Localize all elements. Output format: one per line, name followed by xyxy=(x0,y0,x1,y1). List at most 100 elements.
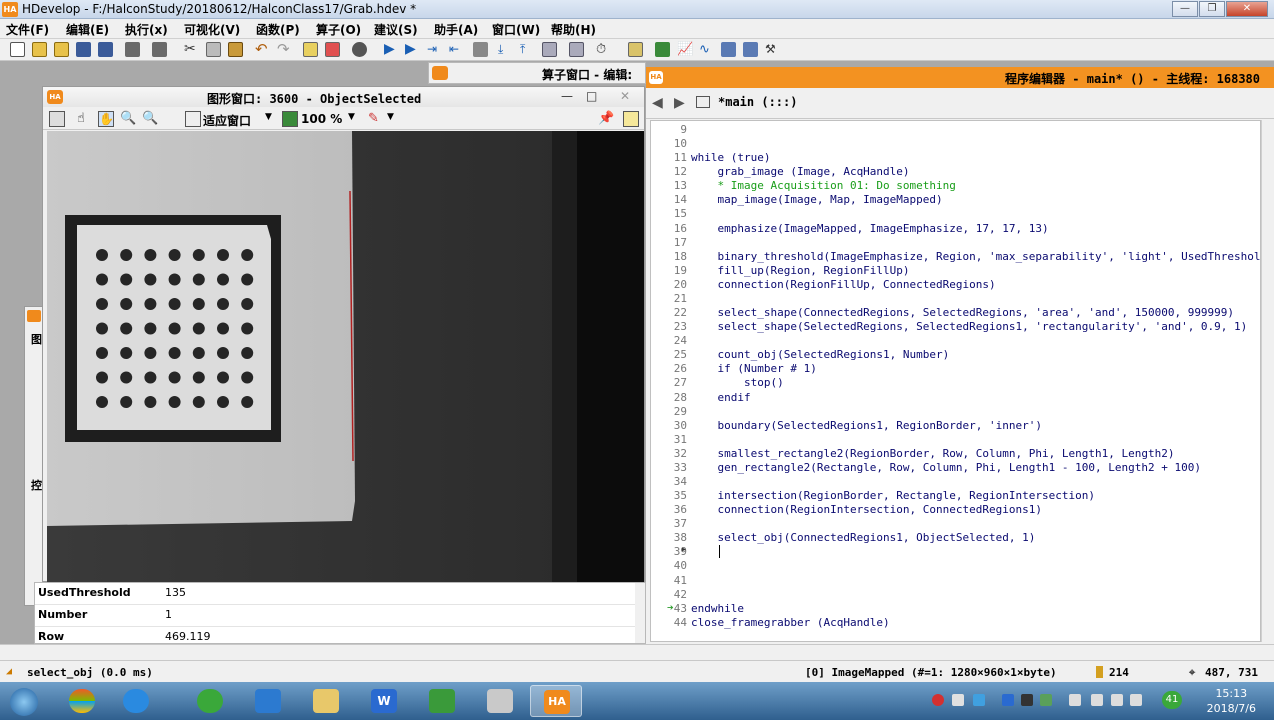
system-clock[interactable]: 15:13 2018/7/6 xyxy=(1207,686,1256,716)
taskbar-app[interactable] xyxy=(242,685,294,717)
settings-icon[interactable] xyxy=(623,111,639,127)
menu-visualize[interactable]: 可视化(V) xyxy=(184,21,240,38)
redo-icon[interactable]: ↷ xyxy=(277,42,292,57)
step-out-icon[interactable]: ⤒ xyxy=(520,42,535,57)
tray-icon[interactable] xyxy=(1069,694,1081,706)
delete-icon[interactable] xyxy=(325,42,340,57)
step-back-icon[interactable]: ⇤ xyxy=(449,42,464,57)
code-line[interactable]: connection(RegionIntersection, Connected… xyxy=(691,503,1042,516)
menu-edit[interactable]: 编辑(E) xyxy=(66,21,109,38)
menu-suggestions[interactable]: 建议(S) xyxy=(374,21,418,38)
pan-hand-icon[interactable]: ✋ xyxy=(98,111,114,127)
code-line[interactable]: map_image(Image, Map, ImageMapped) xyxy=(691,193,942,206)
step-into-icon[interactable]: ⤓ xyxy=(498,42,513,57)
nvidia-icon[interactable] xyxy=(1040,694,1052,706)
save-icon[interactable] xyxy=(76,42,91,57)
code-line[interactable]: boundary(SelectedRegions1, RegionBorder,… xyxy=(691,419,1042,432)
taskbar-app[interactable] xyxy=(56,685,108,717)
horizontal-scrollbar[interactable] xyxy=(0,644,1274,660)
code-line[interactable]: if (Number # 1) xyxy=(691,362,816,375)
zoom-percent-select[interactable]: 100 % xyxy=(301,112,342,126)
restore-button[interactable]: ❐ xyxy=(1199,1,1225,17)
close-button[interactable]: ✕ xyxy=(1226,1,1268,17)
find-icon[interactable] xyxy=(352,42,367,57)
chevron-down-icon[interactable]: ▼ xyxy=(387,112,394,122)
back-arrow-icon[interactable]: ◀ xyxy=(652,96,668,110)
print-icon[interactable] xyxy=(152,42,167,57)
code-line[interactable]: intersection(RegionBorder, Rectangle, Re… xyxy=(691,489,1095,502)
paste-icon[interactable] xyxy=(228,42,243,57)
code-line[interactable]: binary_threshold(ImageEmphasize, Region,… xyxy=(691,250,1260,263)
volume-icon[interactable] xyxy=(1130,694,1142,706)
feature-inspection-icon[interactable] xyxy=(721,42,736,57)
tray-record-icon[interactable] xyxy=(932,694,944,706)
export-icon[interactable] xyxy=(125,42,140,57)
code-line[interactable]: connection(RegionFillUp, ConnectedRegion… xyxy=(691,278,995,291)
code-line[interactable]: emphasize(ImageMapped, ImageEmphasize, 1… xyxy=(691,222,1048,235)
taskbar-app[interactable] xyxy=(300,685,352,717)
assistant-icon[interactable]: ⚒ xyxy=(765,42,780,57)
tray-badge[interactable]: 41 xyxy=(1162,691,1182,709)
window-icon[interactable] xyxy=(569,42,584,57)
code-line[interactable]: close_framegrabber (AcqHandle) xyxy=(691,616,890,629)
graphics-icon[interactable] xyxy=(655,42,670,57)
close-button[interactable]: ✕ xyxy=(620,89,630,103)
menu-procedures[interactable]: 函数(P) xyxy=(256,21,300,38)
tray-icon[interactable] xyxy=(1021,694,1033,706)
network-icon[interactable] xyxy=(1111,694,1123,706)
taskbar-app[interactable] xyxy=(416,685,468,717)
flag-icon[interactable] xyxy=(1091,694,1103,706)
open-recent-icon[interactable] xyxy=(54,42,69,57)
code-line[interactable]: smallest_rectangle2(RegionBorder, Row, C… xyxy=(691,447,1174,460)
menu-assistants[interactable]: 助手(A) xyxy=(434,21,478,38)
tray-icon[interactable] xyxy=(952,694,964,706)
code-line[interactable]: select_shape(ConnectedRegions, SelectedR… xyxy=(691,306,1234,319)
menu-execute[interactable]: 执行(x) xyxy=(125,21,168,38)
save-as-icon[interactable] xyxy=(98,42,113,57)
run-to-cursor-icon[interactable]: ▶ xyxy=(405,42,420,57)
cut-icon[interactable]: ✂ xyxy=(184,42,199,57)
chevron-down-icon[interactable]: ▼ xyxy=(348,112,355,122)
code-line[interactable]: endif xyxy=(691,391,750,404)
draw-color-icon[interactable]: ✎ xyxy=(368,111,384,127)
pin-icon[interactable]: 📌 xyxy=(598,111,614,127)
table-row[interactable]: Number 1 xyxy=(35,605,635,627)
minimize-button[interactable]: — xyxy=(1172,1,1198,17)
new-file-icon[interactable] xyxy=(10,42,25,57)
code-line[interactable]: select_obj(ConnectedRegions1, ObjectSele… xyxy=(691,531,1035,544)
code-line[interactable]: select_shape(SelectedRegions, SelectedRe… xyxy=(691,320,1247,333)
vertical-scrollbar[interactable] xyxy=(1261,120,1274,642)
start-button[interactable] xyxy=(0,685,48,717)
image-canvas[interactable] xyxy=(47,131,644,582)
code-line[interactable]: endwhile xyxy=(691,602,744,615)
minimize-button[interactable]: — xyxy=(561,89,573,103)
open-file-icon[interactable] xyxy=(32,42,47,57)
stop-icon[interactable] xyxy=(473,42,488,57)
zoom-icon[interactable]: 🔍 xyxy=(120,111,136,127)
code-line[interactable]: fill_up(Region, RegionFillUp) xyxy=(691,264,909,277)
taskbar-app[interactable] xyxy=(184,685,236,717)
copy-icon[interactable] xyxy=(206,42,221,57)
run-icon[interactable]: ▶ xyxy=(384,42,399,57)
maximize-button[interactable]: □ xyxy=(586,89,597,103)
operator-window[interactable]: 算子窗口 - 编辑: xyxy=(428,62,646,84)
taskbar-app[interactable] xyxy=(110,685,162,717)
menu-file[interactable]: 文件(F) xyxy=(6,21,49,38)
clear-window-icon[interactable] xyxy=(49,111,65,127)
chevron-down-icon[interactable]: ▼ xyxy=(265,112,272,122)
forward-arrow-icon[interactable]: ▶ xyxy=(674,96,690,110)
taskbar-app[interactable]: W xyxy=(358,685,410,717)
code-line[interactable]: * Image Acquisition 01: Do something xyxy=(691,179,955,192)
tools-icon[interactable] xyxy=(628,42,643,57)
undo-icon[interactable]: ↶ xyxy=(255,42,270,57)
procedure-selector[interactable]: *main (:::) xyxy=(718,95,797,109)
pointer-icon[interactable]: ☝ xyxy=(77,111,93,127)
histogram-icon[interactable]: 📈 xyxy=(677,42,693,57)
taskbar-app[interactable] xyxy=(474,685,526,717)
code-line[interactable]: grab_image (Image, AcqHandle) xyxy=(691,165,909,178)
code-line[interactable]: count_obj(SelectedRegions1, Number) xyxy=(691,348,949,361)
code-line[interactable]: gen_rectangle2(Rectangle, Row, Column, P… xyxy=(691,461,1200,474)
table-row[interactable]: UsedThreshold 135 xyxy=(35,583,635,605)
menu-help[interactable]: 帮助(H) xyxy=(551,21,596,38)
taskbar-app-active[interactable]: HA xyxy=(530,685,582,717)
